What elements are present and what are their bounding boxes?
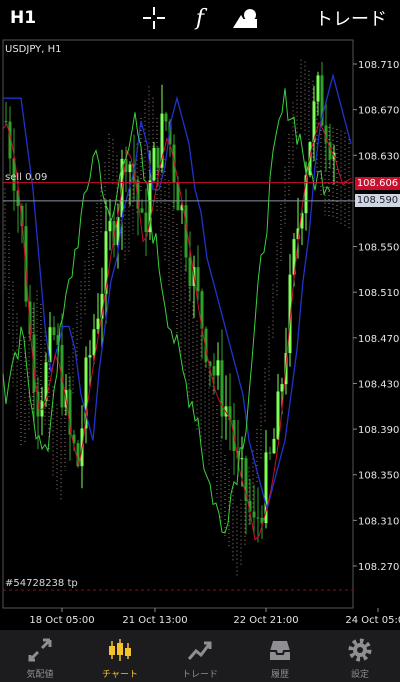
new-trade-button[interactable]: トレード [310, 0, 392, 36]
nav-label: チャート [102, 670, 138, 680]
price-axis-label: 108.670 [358, 106, 399, 117]
candle-body [212, 366, 216, 376]
candle-body [4, 121, 8, 123]
symbol-label: USDJPY, H1 [5, 44, 62, 55]
objects-icon[interactable] [230, 0, 260, 36]
bid-price-tag: 108.590 [355, 194, 400, 207]
price-axis-label: 108.350 [358, 471, 399, 482]
settings-icon [346, 636, 374, 664]
nav-label: トレード [181, 670, 218, 680]
candle-body [156, 147, 160, 168]
price-axis-label: 108.510 [358, 288, 399, 299]
price-axis-label: 108.470 [358, 334, 399, 345]
candle-body [128, 164, 132, 172]
candle-body [280, 384, 284, 392]
candle-body [216, 360, 220, 376]
timeframe-button[interactable]: H1 [6, 0, 40, 36]
position-label: sell 0.09 [5, 172, 48, 183]
history-icon [266, 636, 294, 664]
candle-body [92, 329, 96, 356]
candle-body [276, 391, 280, 439]
candle-body [196, 267, 200, 292]
time-axis-label: 21 Oct 13:00 [122, 615, 187, 626]
nav-settings[interactable]: 設定 [320, 630, 400, 682]
take-profit-label: #54728238 tp [5, 578, 78, 589]
candle-body [88, 355, 92, 358]
bottom-nav: 気配値 チャート トレード 履歴 設定 [0, 630, 400, 682]
candle-body [240, 458, 244, 460]
top-toolbar: H1 f トレード [0, 0, 400, 36]
chart-icon [106, 636, 134, 664]
candle-body [52, 327, 56, 336]
price-axis-label: 108.270 [358, 562, 399, 573]
crosshair-icon[interactable] [140, 0, 168, 36]
chart-canvas[interactable]: 108.710 108.670 108.630 108.590 108.550 108.5… [0, 36, 400, 630]
nav-chart[interactable]: チャート [80, 630, 160, 682]
candle-body [268, 452, 272, 454]
function-icon[interactable]: f [188, 0, 212, 36]
plot-border [2, 39, 354, 609]
candle-body [96, 318, 100, 330]
candle-body [256, 517, 260, 519]
nav-history[interactable]: 履歴 [240, 630, 320, 682]
price-axis-label: 108.710 [358, 60, 399, 71]
price-axis-label: 108.430 [358, 379, 399, 390]
sell-price-tag: 108.606 [355, 177, 400, 190]
candle-body [144, 212, 148, 233]
trade-icon [186, 636, 214, 664]
quotes-icon [26, 636, 54, 664]
nav-label: 履歴 [270, 670, 289, 680]
candle-body [140, 208, 144, 213]
candle-body [188, 257, 192, 286]
nav-label: 設定 [350, 670, 369, 680]
price-axis-label: 108.550 [358, 243, 399, 254]
candle-body [164, 113, 168, 122]
candle-body [272, 438, 276, 454]
price-axis-label: 108.630 [358, 151, 399, 162]
nav-trade[interactable]: トレード [160, 630, 240, 682]
nav-quotes[interactable]: 気配値 [0, 630, 80, 682]
time-axis-label: 18 Oct 05:00 [29, 615, 94, 626]
time-axis-label: 24 Oct 05:00 [345, 615, 400, 626]
time-axis-label: 22 Oct 21:00 [233, 615, 298, 626]
price-chart[interactable]: 108.710 108.670 108.630 108.590 108.550 108.5… [0, 36, 400, 630]
candle-body [316, 75, 320, 102]
price-axis-label: 108.310 [358, 516, 399, 527]
nav-label: 気配値 [26, 670, 54, 680]
price-axis-label: 108.390 [358, 425, 399, 436]
candle-body [252, 511, 256, 518]
candle-body [152, 147, 156, 181]
